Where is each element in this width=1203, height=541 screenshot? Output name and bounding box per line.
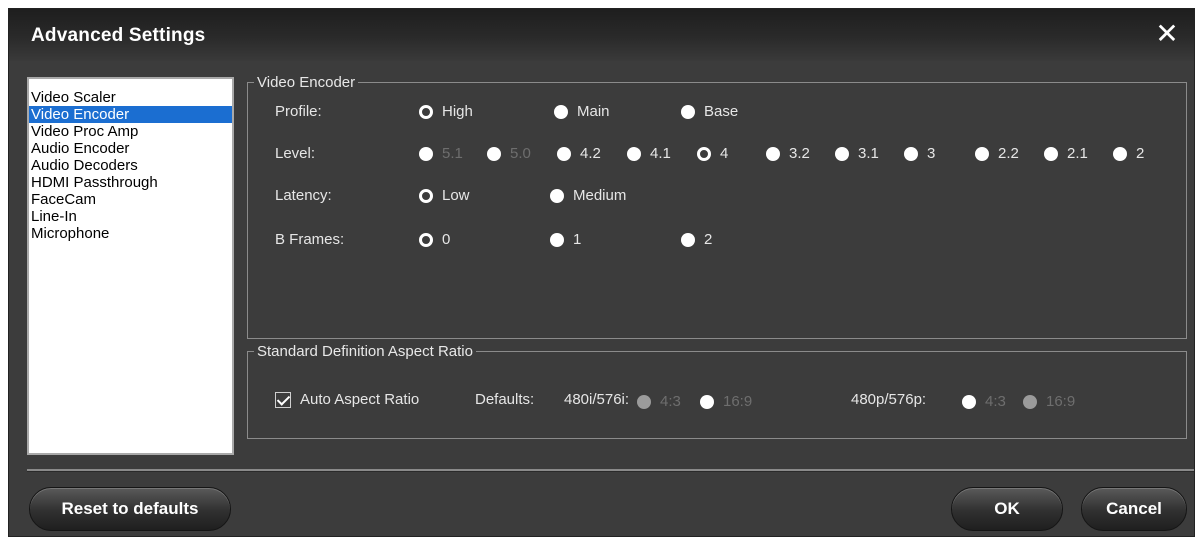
level-5-0-radio[interactable]: 5.0 (487, 145, 531, 162)
interlaced-16-9-radio[interactable]: 16:9 (700, 393, 752, 410)
radio-indicator (1044, 146, 1058, 161)
radio-indicator (700, 394, 714, 409)
option-label: 4:3 (985, 393, 1006, 410)
checkmark-icon (275, 391, 291, 408)
sidebar-item-line-in[interactable]: Line-In (29, 208, 232, 225)
radio-indicator (766, 146, 780, 161)
radio-indicator (975, 146, 989, 161)
level-4-1-radio[interactable]: 4.1 (627, 145, 671, 162)
option-label: 0 (442, 231, 451, 248)
level-4-radio[interactable]: 4 (697, 145, 728, 162)
option-label: 4.1 (650, 145, 671, 162)
defaults-label: Defaults: (475, 391, 535, 408)
level-3-2-radio[interactable]: 3.2 (766, 145, 810, 162)
level-4-2-radio[interactable]: 4.2 (557, 145, 601, 162)
option-label: 4:3 (660, 393, 681, 410)
b-frames-1-radio[interactable]: 1 (550, 231, 581, 248)
radio-indicator (637, 394, 651, 409)
video-encoder-legend: Video Encoder (257, 74, 356, 91)
option-label: 4 (720, 145, 729, 162)
radio-indicator (627, 146, 641, 161)
sidebar-item-hdmi-passthrough[interactable]: HDMI Passthrough (29, 174, 232, 191)
progressive-4-3-radio[interactable]: 4:3 (962, 393, 1006, 410)
dialog-title: Advanced Settings (31, 25, 206, 46)
b-frames-0-radio[interactable]: 0 (419, 231, 450, 248)
level-5-1-radio[interactable]: 5.1 (419, 145, 463, 162)
profile-base-radio[interactable]: Base (681, 103, 738, 120)
level-2-radio[interactable]: 2 (1113, 145, 1144, 162)
level-3-1-radio[interactable]: 3.1 (835, 145, 879, 162)
close-icon[interactable]: ✕ (1152, 19, 1182, 49)
option-label: Low (442, 187, 470, 204)
option-label: High (442, 103, 473, 120)
option-label: 16:9 (1046, 393, 1076, 410)
ok-button[interactable]: OK (951, 487, 1063, 531)
radio-indicator (1113, 146, 1127, 161)
radio-indicator (419, 232, 433, 247)
radio-indicator (681, 104, 695, 119)
sidebar-item-video-encoder[interactable]: Video Encoder (29, 106, 232, 123)
option-label: 5.1 (442, 145, 463, 162)
level-2-1-radio[interactable]: 2.1 (1044, 145, 1088, 162)
radio-indicator (487, 146, 501, 161)
radio-indicator (550, 188, 564, 203)
sidebar-item-video-scaler[interactable]: Video Scaler (29, 89, 232, 106)
radio-indicator (419, 104, 433, 119)
settings-category-list[interactable]: Video Scaler Video Encoder Video Proc Am… (27, 77, 234, 455)
sidebar-item-video-proc-amp[interactable]: Video Proc Amp (29, 123, 232, 140)
radio-indicator (835, 146, 849, 161)
radio-indicator (554, 104, 568, 119)
b-frames-label: B Frames: (275, 231, 345, 248)
auto-aspect-ratio-checkbox[interactable]: Auto Aspect Ratio (275, 391, 419, 408)
title-bar[interactable]: Advanced Settings ✕ (9, 9, 1194, 61)
advanced-settings-dialog: Advanced Settings ✕ Video Scaler Video E… (8, 8, 1195, 537)
latency-label: Latency: (275, 187, 332, 204)
cancel-button[interactable]: Cancel (1081, 487, 1187, 531)
option-label: 3.1 (858, 145, 879, 162)
radio-indicator (419, 188, 433, 203)
radio-indicator (419, 146, 433, 161)
radio-indicator (962, 394, 976, 409)
latency-low-radio[interactable]: Low (419, 187, 470, 204)
radio-indicator (697, 146, 711, 161)
aspect-ratio-legend: Standard Definition Aspect Ratio (257, 343, 473, 360)
option-label: 2 (1136, 145, 1145, 162)
level-label: Level: (275, 145, 316, 162)
option-label: 2 (704, 231, 713, 248)
option-label: 16:9 (723, 393, 753, 410)
option-label: 3 (927, 145, 936, 162)
interlaced-4-3-radio[interactable]: 4:3 (637, 393, 681, 410)
auto-aspect-ratio-label: Auto Aspect Ratio (300, 391, 420, 408)
sidebar-item-audio-encoder[interactable]: Audio Encoder (29, 140, 232, 157)
level-2-2-radio[interactable]: 2.2 (975, 145, 1019, 162)
latency-medium-radio[interactable]: Medium (550, 187, 626, 204)
option-label: Main (577, 103, 610, 120)
profile-label: Profile: (275, 103, 322, 120)
progressive-16-9-radio[interactable]: 16:9 (1023, 393, 1075, 410)
option-label: 2.1 (1067, 145, 1088, 162)
option-label: Base (704, 103, 739, 120)
option-label: 3.2 (789, 145, 810, 162)
radio-indicator (681, 232, 695, 247)
sidebar-item-facecam[interactable]: FaceCam (29, 191, 232, 208)
sidebar-item-audio-decoders[interactable]: Audio Decoders (29, 157, 232, 174)
b-frames-2-radio[interactable]: 2 (681, 231, 712, 248)
radio-indicator (904, 146, 918, 161)
radio-indicator (1023, 394, 1037, 409)
radio-indicator (550, 232, 564, 247)
profile-high-radio[interactable]: High (419, 103, 473, 120)
option-label: 4.2 (580, 145, 601, 162)
option-label: Medium (573, 187, 627, 204)
interlaced-format-label: 480i/576i: (564, 391, 630, 408)
profile-main-radio[interactable]: Main (554, 103, 610, 120)
option-label: 2.2 (998, 145, 1019, 162)
reset-to-defaults-button[interactable]: Reset to defaults (29, 487, 231, 531)
progressive-format-label: 480p/576p: (851, 391, 927, 408)
sidebar-item-microphone[interactable]: Microphone (29, 225, 232, 242)
footer-separator (27, 469, 1194, 472)
radio-indicator (557, 146, 571, 161)
option-label: 1 (573, 231, 582, 248)
level-3-radio[interactable]: 3 (904, 145, 935, 162)
option-label: 5.0 (510, 145, 531, 162)
